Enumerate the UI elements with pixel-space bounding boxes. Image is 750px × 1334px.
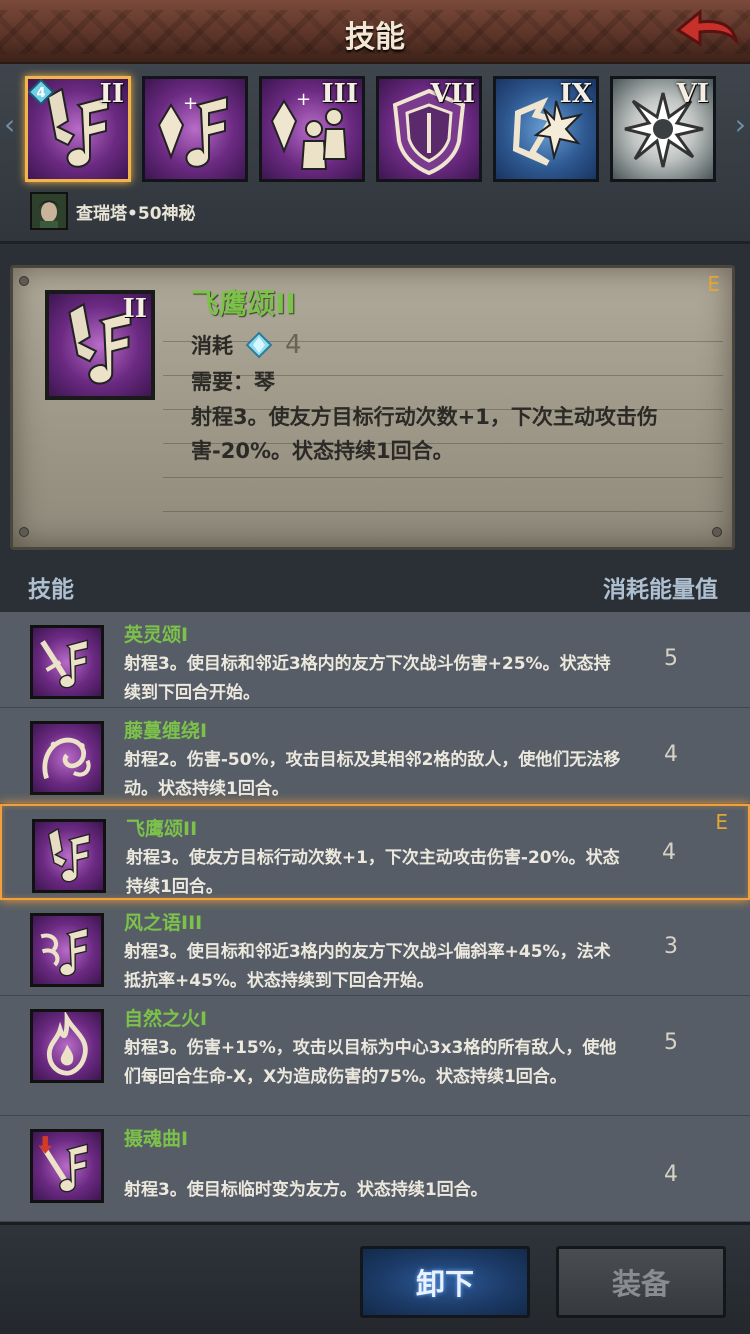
row-skill-cost: 4 — [664, 1162, 678, 1187]
skill-row[interactable]: 摄魂曲I 射程3。使目标临时变为友方。状态持续1回合。 4 — [0, 1116, 750, 1222]
row-skill-name: 藤蔓缠绕I — [124, 720, 208, 742]
vine-icon — [42, 737, 91, 780]
slot-level: IX — [559, 79, 592, 109]
detail-skill-name: 飞鹰颂II — [191, 287, 296, 320]
wind-note-icon — [40, 927, 89, 977]
diamond-badge-icon: 4 — [28, 79, 54, 105]
row-skill-cost: 4 — [662, 840, 676, 865]
skill-slot-2[interactable]: + — [142, 76, 248, 182]
row-skill-description: 射程3。使友方目标行动次数+1，下次主动攻击伤害-20%。状态持续1回合。 — [126, 848, 620, 897]
row-skill-name: 摄魂曲I — [124, 1128, 189, 1150]
row-skill-description: 射程2。伤害-50%，攻击目标及其相邻2格的敌人，使他们无法移动。状态持续1回合… — [124, 750, 621, 799]
detail-skill-level: II — [122, 294, 147, 324]
pin-icon — [19, 527, 29, 537]
detail-cost: 消耗 4 — [191, 330, 302, 360]
pin-icon — [19, 276, 29, 286]
crystal-music-icon: + — [157, 93, 228, 168]
row-grade-badge: E — [715, 810, 728, 834]
top-bar: 技能 — [0, 0, 750, 64]
diamond-icon — [245, 331, 273, 359]
skill-slot-1[interactable]: II 4 — [25, 76, 131, 182]
skill-slot-5[interactable]: IX — [493, 76, 599, 182]
row-skill-name: 飞鹰颂II — [126, 818, 198, 840]
detail-requirement: 需要：琴 — [191, 370, 275, 394]
skill-row[interactable]: 英灵颂I 射程3。使目标和邻近3格内的友方下次战斗伤害+25%。状态持续到下回合… — [0, 612, 750, 708]
row-skill-icon — [30, 913, 104, 987]
skill-row[interactable]: 藤蔓缠绕I 射程2。伤害-50%，攻击目标及其相邻2格的敌人，使他们无法移动。状… — [0, 708, 750, 804]
row-skill-icon — [32, 819, 106, 893]
skill-slots: II 4 + + III VII IX VI — [25, 76, 716, 182]
svg-text:+: + — [183, 93, 198, 114]
svg-text:+: + — [296, 89, 311, 110]
row-skill-icon — [30, 721, 104, 795]
skill-owner: 查瑞塔•50神秘 — [30, 192, 196, 230]
owner-name: 查瑞塔•50神秘 — [76, 203, 196, 224]
avatar[interactable] — [30, 192, 68, 230]
row-skill-cost: 5 — [664, 1030, 678, 1055]
skill-slot-4[interactable]: VII — [376, 76, 482, 182]
skill-row[interactable]: 风之语III 射程3。使目标和邻近3格内的友方下次战斗偏斜率+45%，法术抵抗率… — [0, 900, 750, 996]
badge-count: 4 — [36, 86, 45, 101]
skill-slot-6[interactable]: VI — [610, 76, 716, 182]
skill-row-selected[interactable]: 飞鹰颂II 射程3。使友方目标行动次数+1，下次主动攻击伤害-20%。状态持续1… — [0, 804, 750, 900]
cost-value: 4 — [285, 330, 302, 360]
row-skill-description: 射程3。使目标临时变为友方。状态持续1回合。 — [124, 1180, 488, 1200]
back-button[interactable] — [674, 6, 740, 56]
skill-detail-card: II 飞鹰颂II E 消耗 4 需要：琴 射程3。使友方目标行动次数+1，下次主… — [10, 265, 735, 550]
slot-level: III — [321, 79, 359, 109]
equip-button[interactable]: 装备 — [556, 1246, 726, 1318]
row-skill-icon — [30, 625, 104, 699]
row-skill-icon — [30, 1009, 104, 1083]
skill-row[interactable]: 自然之火I 射程3。伤害+15%，攻击以目标为中心3x3格的所有敌人，使他们每回… — [0, 996, 750, 1116]
list-header-cost: 消耗能量值 — [603, 577, 718, 603]
row-skill-cost: 4 — [664, 742, 678, 767]
row-skill-name: 风之语III — [124, 912, 203, 934]
soul-note-icon — [38, 1136, 89, 1193]
row-skill-description: 射程3。使目标和邻近3格内的友方下次战斗偏斜率+45%，法术抵抗率+45%。状态… — [124, 942, 611, 991]
scroll-left-icon[interactable]: ‹ — [4, 108, 15, 141]
slot-level: VI — [676, 79, 709, 109]
unequip-button[interactable]: 卸下 — [360, 1246, 530, 1318]
skill-slot-3[interactable]: + III — [259, 76, 365, 182]
music-note-icon — [47, 827, 91, 883]
row-skill-description: 射程3。伤害+15%，攻击以目标为中心3x3格的所有敌人，使他们每回合生命-X，… — [124, 1038, 617, 1087]
back-arrow-icon — [675, 8, 739, 47]
row-skill-name: 英灵颂I — [124, 624, 189, 646]
row-skill-cost: 5 — [664, 646, 678, 671]
scroll-right-icon[interactable]: › — [735, 108, 746, 141]
row-skill-icon — [30, 1129, 104, 1203]
skill-list: 英灵颂I 射程3。使目标和邻近3格内的友方下次战斗伤害+25%。状态持续到下回合… — [0, 612, 750, 1222]
character-portrait-icon — [32, 194, 66, 228]
list-header-skill: 技能 — [28, 577, 74, 603]
row-skill-cost: 3 — [664, 934, 678, 959]
detail-skill-icon: II — [45, 290, 155, 400]
row-skill-name: 自然之火I — [124, 1008, 208, 1030]
detail-grade-badge: E — [707, 272, 720, 296]
slot-level: II — [99, 79, 124, 109]
detail-description: 射程3。使友方目标行动次数+1，下次主动攻击伤害-20%。状态持续1回合。 — [191, 405, 658, 463]
slot-level: VII — [430, 79, 476, 109]
fire-icon — [46, 1010, 88, 1076]
row-skill-description: 射程3。使目标和邻近3格内的友方下次战斗伤害+25%。状态持续到下回合开始。 — [124, 654, 611, 703]
page-title: 技能 — [345, 20, 405, 55]
cost-label: 消耗 — [191, 334, 233, 358]
sword-note-icon — [40, 639, 89, 689]
